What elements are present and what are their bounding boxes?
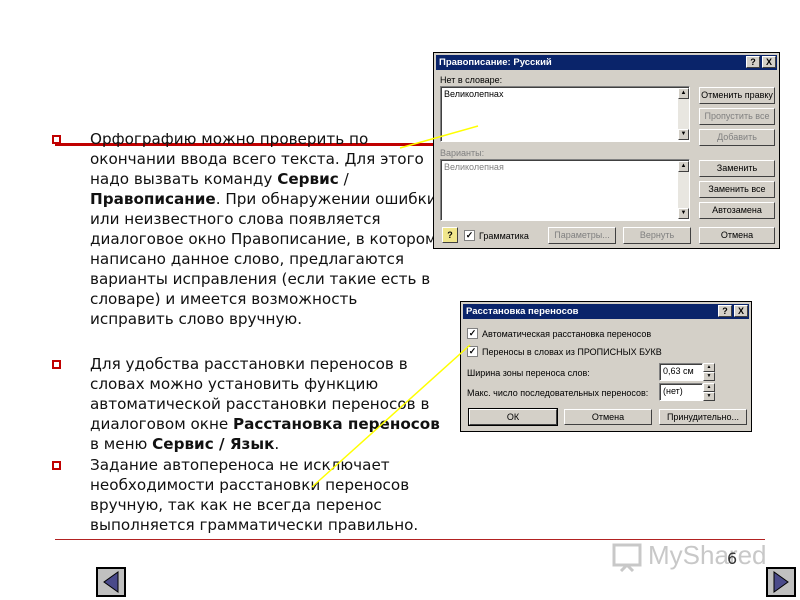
grammar-checkbox[interactable]: ✓ (464, 230, 475, 241)
zone-width-value: 0,63 см (663, 366, 694, 376)
options-button[interactable]: Параметры... (548, 227, 616, 244)
max-consecutive-field[interactable]: (нет) (659, 383, 703, 401)
zone-width-field[interactable]: 0,63 см (659, 363, 703, 381)
scroll-down-icon[interactable]: ▼ (678, 129, 689, 140)
paragraph-text-segment: Сервис (277, 170, 339, 188)
scroll-up-icon[interactable]: ▲ (678, 161, 689, 172)
caps-hyphenation-label: Переносы в словах из ПРОПИСНЫХ БУКВ (482, 347, 662, 357)
autocorrect-button[interactable]: Автозамена (699, 202, 775, 219)
bullet-marker (52, 360, 61, 369)
watermark-logo: MyShared (612, 540, 767, 572)
zone-width-label: Ширина зоны переноса слов: (467, 368, 590, 378)
previous-slide-button[interactable] (96, 567, 126, 597)
spin-down-icon[interactable]: ▼ (703, 372, 715, 381)
scroll-up-icon[interactable]: ▲ (678, 88, 689, 99)
replace-all-button[interactable]: Заменить все (699, 181, 775, 198)
cancel-button[interactable]: Отмена (564, 409, 652, 425)
paragraph-text-segment: Расстановка переносов (233, 415, 440, 433)
paragraph-text-segment: Правописание (90, 190, 216, 208)
paragraph-text-segment: Задание автопереноса не исключает необхо… (90, 456, 419, 534)
paragraph-text-segment: . При обнаружении ошибки или неизвестног… (90, 190, 437, 328)
help-icon[interactable]: ? (442, 227, 458, 243)
bullet-marker (52, 135, 61, 144)
scroll-down-icon[interactable]: ▼ (678, 208, 689, 219)
grammar-label: Грамматика (479, 231, 529, 241)
max-consecutive-label: Макс. число последовательных переносов: (467, 388, 649, 398)
spin-up-icon[interactable]: ▲ (703, 383, 715, 392)
page-number: 6 (727, 549, 738, 568)
max-consecutive-value: (нет) (663, 386, 683, 396)
paragraph-spellcheck: Орфографию можно проверить по окончании … (90, 129, 440, 329)
close-icon[interactable]: X (762, 56, 776, 68)
misspelled-word: Великолепнах (444, 89, 504, 99)
auto-hyphenation-checkbox[interactable]: ✓ (467, 328, 478, 339)
force-button[interactable]: Принудительно... (659, 409, 747, 425)
paragraph-text-segment: / (338, 170, 349, 188)
scrollbar[interactable]: ▲ ▼ (678, 161, 689, 219)
hyphenation-dialog: Расстановка переносов ? X ✓ Автоматическ… (460, 301, 752, 432)
hyphenation-dialog-title: Расстановка переносов (466, 306, 579, 317)
scrollbar[interactable]: ▲ ▼ (678, 88, 689, 140)
caps-hyphenation-checkbox[interactable]: ✓ (467, 346, 478, 357)
paragraph-text-segment: Сервис / Язык (152, 435, 275, 453)
paragraph-text-segment: Орфографию можно проверить по окончании … (90, 130, 424, 188)
paragraph-autohyphen: Задание автопереноса не исключает необхо… (90, 455, 440, 535)
replace-button[interactable]: Заменить (699, 160, 775, 177)
paragraph-text-segment: в меню (90, 435, 153, 453)
arrow-left-icon (103, 571, 119, 593)
auto-hyphenation-label: Автоматическая расстановка переносов (482, 329, 652, 339)
cancel-button[interactable]: Отмена (699, 227, 775, 244)
arrow-right-icon (773, 571, 789, 593)
help-icon[interactable]: ? (718, 305, 732, 317)
next-slide-button[interactable] (766, 567, 796, 597)
spelling-dialog-title: Правописание: Русский (439, 57, 552, 68)
variants-list[interactable]: Великолепная (440, 159, 690, 221)
variant-item[interactable]: Великолепная (444, 162, 504, 172)
misspelled-word-field[interactable]: Великолепнах (440, 86, 690, 142)
paragraph-hyphenation: Для удобства расстановки переносов в сло… (90, 354, 440, 454)
add-button[interactable]: Добавить (699, 129, 775, 146)
not-in-dictionary-label: Нет в словаре: (440, 75, 503, 85)
ok-button[interactable]: ОК (468, 408, 558, 426)
close-icon[interactable]: X (734, 305, 748, 317)
spin-up-icon[interactable]: ▲ (703, 363, 715, 372)
undo-button[interactable]: Вернуть (623, 227, 691, 244)
paragraph-text-segment: . (274, 435, 280, 453)
bullet-marker (52, 461, 61, 470)
max-consecutive-spinner[interactable]: ▲ ▼ (703, 383, 715, 401)
variants-label: Варианты: (440, 148, 485, 158)
skip-all-button[interactable]: Пропустить все (699, 108, 775, 125)
hyphenation-dialog-titlebar: Расстановка переносов ? X (463, 304, 749, 319)
spin-down-icon[interactable]: ▼ (703, 392, 715, 401)
presentation-icon (612, 543, 642, 572)
spelling-dialog: Правописание: Русский ? X Нет в словаре:… (433, 52, 780, 249)
spelling-dialog-titlebar: Правописание: Русский ? X (436, 55, 777, 70)
help-icon[interactable]: ? (746, 56, 760, 68)
logo-text: MyShared (648, 540, 767, 570)
zone-width-spinner[interactable]: ▲ ▼ (703, 363, 715, 381)
undo-edit-button[interactable]: Отменить правку (699, 87, 775, 104)
